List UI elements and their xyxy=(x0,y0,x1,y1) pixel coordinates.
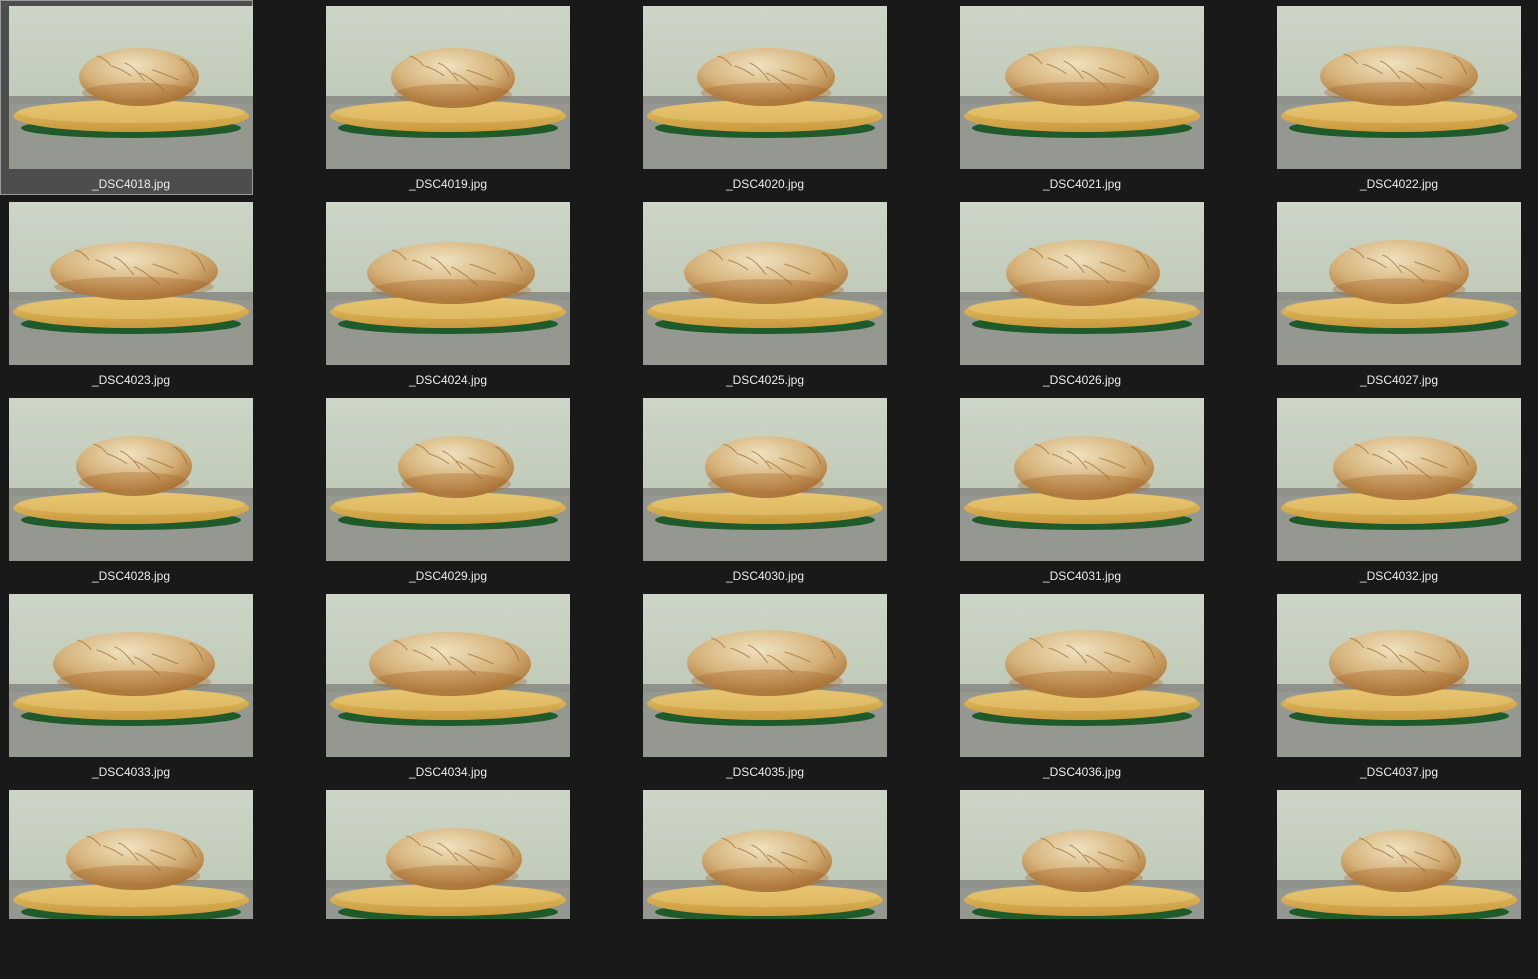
file-tile[interactable]: _DSC4019.jpg xyxy=(317,0,570,195)
file-name-label: _DSC4031.jpg xyxy=(1042,569,1122,583)
image-thumbnail[interactable] xyxy=(9,6,253,169)
image-thumbnail[interactable] xyxy=(326,398,570,561)
file-tile[interactable]: _DSC4036.jpg xyxy=(951,588,1204,783)
image-thumbnail[interactable] xyxy=(1277,790,1521,919)
file-name-label: _DSC4019.jpg xyxy=(408,177,488,191)
image-thumbnail[interactable] xyxy=(326,202,570,365)
file-tile[interactable]: _DSC4026.jpg xyxy=(951,196,1204,391)
file-tile[interactable]: _DSC4021.jpg xyxy=(951,0,1204,195)
image-thumbnail[interactable] xyxy=(1277,398,1521,561)
image-thumbnail[interactable] xyxy=(643,6,887,169)
file-name-label: _DSC4030.jpg xyxy=(725,569,805,583)
file-tile[interactable] xyxy=(0,784,253,979)
file-name-label: _DSC4024.jpg xyxy=(408,373,488,387)
file-name-label: _DSC4033.jpg xyxy=(91,765,171,779)
image-thumbnail[interactable] xyxy=(1277,6,1521,169)
image-thumbnail[interactable] xyxy=(960,202,1204,365)
file-name-label: _DSC4032.jpg xyxy=(1359,569,1439,583)
image-thumbnail[interactable] xyxy=(9,594,253,757)
image-thumbnail[interactable] xyxy=(9,398,253,561)
file-tile[interactable]: _DSC4032.jpg xyxy=(1268,392,1521,587)
file-tile[interactable] xyxy=(951,784,1204,979)
image-thumbnail[interactable] xyxy=(9,202,253,365)
image-thumbnail[interactable] xyxy=(326,790,570,919)
file-tile[interactable]: _DSC4029.jpg xyxy=(317,392,570,587)
file-tile[interactable]: _DSC4033.jpg xyxy=(0,588,253,783)
file-tile[interactable]: _DSC4028.jpg xyxy=(0,392,253,587)
file-name-label: _DSC4018.jpg xyxy=(91,177,171,191)
image-thumbnail[interactable] xyxy=(960,790,1204,919)
file-name-label: _DSC4026.jpg xyxy=(1042,373,1122,387)
file-tile[interactable]: _DSC4018.jpg xyxy=(0,0,253,195)
file-name-label: _DSC4028.jpg xyxy=(91,569,171,583)
image-thumbnail[interactable] xyxy=(960,594,1204,757)
file-name-label: _DSC4025.jpg xyxy=(725,373,805,387)
file-name-label: _DSC4021.jpg xyxy=(1042,177,1122,191)
image-thumbnail[interactable] xyxy=(960,398,1204,561)
image-thumbnail[interactable] xyxy=(1277,594,1521,757)
file-name-label: _DSC4036.jpg xyxy=(1042,765,1122,779)
file-tile[interactable]: _DSC4034.jpg xyxy=(317,588,570,783)
file-tile[interactable]: _DSC4023.jpg xyxy=(0,196,253,391)
file-name-label: _DSC4020.jpg xyxy=(725,177,805,191)
image-thumbnail[interactable] xyxy=(1277,202,1521,365)
file-tile[interactable] xyxy=(1268,784,1521,979)
file-tile[interactable]: _DSC4020.jpg xyxy=(634,0,887,195)
file-name-label: _DSC4037.jpg xyxy=(1359,765,1439,779)
file-tile[interactable]: _DSC4031.jpg xyxy=(951,392,1204,587)
image-thumbnail[interactable] xyxy=(643,594,887,757)
file-name-label: _DSC4023.jpg xyxy=(91,373,171,387)
file-tile[interactable]: _DSC4024.jpg xyxy=(317,196,570,391)
file-tile[interactable]: _DSC4027.jpg xyxy=(1268,196,1521,391)
file-name-label: _DSC4035.jpg xyxy=(725,765,805,779)
image-thumbnail[interactable] xyxy=(326,594,570,757)
file-name-label: _DSC4029.jpg xyxy=(408,569,488,583)
file-tile[interactable] xyxy=(317,784,570,979)
file-tile[interactable]: _DSC4035.jpg xyxy=(634,588,887,783)
image-thumbnail[interactable] xyxy=(960,6,1204,169)
file-name-label: _DSC4022.jpg xyxy=(1359,177,1439,191)
thumbnail-grid: _DSC4018.jpg _DSC4019.jpg _DSC4020.jpg _… xyxy=(0,0,1538,932)
image-thumbnail[interactable] xyxy=(9,790,253,919)
file-tile[interactable]: _DSC4030.jpg xyxy=(634,392,887,587)
image-thumbnail[interactable] xyxy=(643,790,887,919)
image-thumbnail[interactable] xyxy=(643,398,887,561)
file-name-label: _DSC4027.jpg xyxy=(1359,373,1439,387)
file-name-label: _DSC4034.jpg xyxy=(408,765,488,779)
image-thumbnail[interactable] xyxy=(326,6,570,169)
file-tile[interactable]: _DSC4022.jpg xyxy=(1268,0,1521,195)
image-thumbnail[interactable] xyxy=(643,202,887,365)
file-tile[interactable]: _DSC4025.jpg xyxy=(634,196,887,391)
file-tile[interactable]: _DSC4037.jpg xyxy=(1268,588,1521,783)
file-tile[interactable] xyxy=(634,784,887,979)
